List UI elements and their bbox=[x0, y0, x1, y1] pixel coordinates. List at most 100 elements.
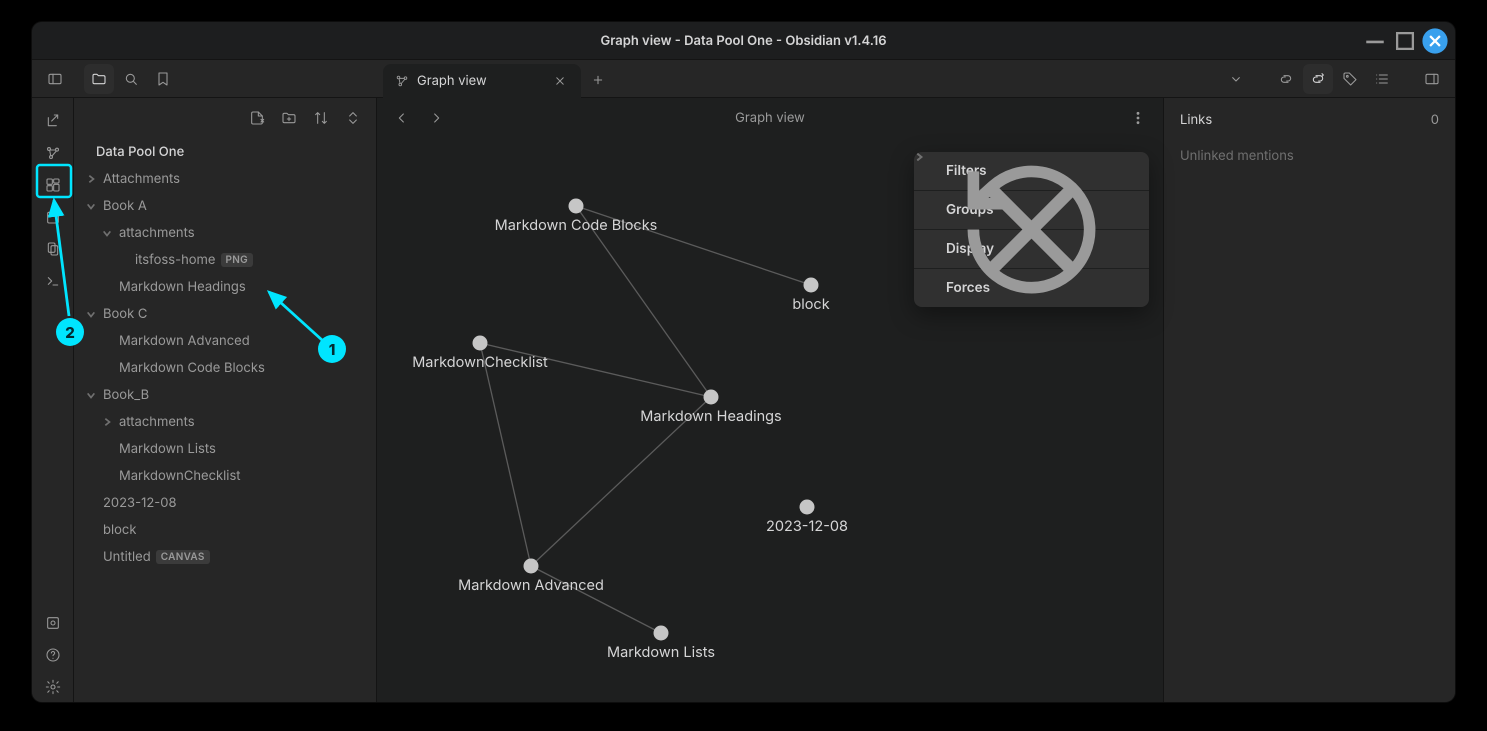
row-label: Book A bbox=[103, 198, 147, 214]
tab-dropdown-button[interactable] bbox=[1221, 64, 1251, 94]
view-actions bbox=[1221, 60, 1455, 97]
outgoing-links-tab[interactable] bbox=[1303, 64, 1333, 94]
chevron-icon bbox=[100, 417, 114, 427]
nav-back-button[interactable] bbox=[387, 103, 417, 133]
new-tab-button[interactable] bbox=[581, 63, 615, 97]
collapse-left-sidebar-button[interactable] bbox=[40, 64, 70, 94]
files-tab[interactable] bbox=[84, 64, 114, 94]
left-sidebar-tabs bbox=[32, 60, 377, 97]
row-label: Book_B bbox=[103, 387, 149, 403]
bookmarks-tab[interactable] bbox=[148, 64, 178, 94]
folder-row[interactable]: Book_B bbox=[74, 381, 370, 408]
chevron-icon bbox=[84, 390, 98, 400]
collapse-all-button[interactable] bbox=[340, 105, 366, 131]
settings-button[interactable] bbox=[38, 672, 68, 702]
file-tree[interactable]: Data Pool One Attachments Book A attachmen… bbox=[74, 138, 376, 702]
templates-button[interactable] bbox=[38, 234, 68, 264]
command-palette-button[interactable] bbox=[38, 266, 68, 296]
top-toolbar: Graph view bbox=[32, 60, 1455, 98]
help-button[interactable] bbox=[38, 640, 68, 670]
row-label: Markdown Lists bbox=[119, 441, 216, 457]
row-label: Book C bbox=[103, 306, 147, 322]
close-tab-icon[interactable] bbox=[553, 74, 567, 88]
folder-row[interactable]: Book A bbox=[74, 192, 370, 219]
graph-node[interactable]: 2023-12-08 bbox=[766, 500, 848, 536]
vault-title[interactable]: Data Pool One bbox=[74, 138, 370, 165]
chevron-icon bbox=[84, 201, 98, 211]
window-controls bbox=[1361, 22, 1449, 60]
right-sidebar: Links 0 Unlinked mentions bbox=[1163, 98, 1455, 702]
file-explorer: Data Pool One Attachments Book A attachmen… bbox=[74, 98, 377, 702]
row-label: Attachments bbox=[103, 171, 180, 187]
graph-node[interactable]: MarkdownChecklist bbox=[412, 336, 548, 372]
folder-row[interactable]: Attachments bbox=[74, 165, 370, 192]
graph-node[interactable]: Markdown Lists bbox=[607, 626, 715, 662]
graph-node-label: 2023-12-08 bbox=[766, 518, 848, 535]
window-title: Graph view - Data Pool One - Obsidian v1… bbox=[600, 33, 886, 49]
vault-button[interactable] bbox=[38, 608, 68, 638]
file-row[interactable]: 2023-12-08 bbox=[74, 489, 370, 516]
tab-graph-view[interactable]: Graph view bbox=[383, 64, 581, 98]
file-row[interactable]: Markdown Headings bbox=[74, 273, 370, 300]
graph-node[interactable]: Markdown Advanced bbox=[458, 559, 604, 595]
row-label: itsfoss-home bbox=[135, 252, 216, 268]
row-label: block bbox=[103, 522, 136, 538]
graph-view-button[interactable] bbox=[38, 138, 68, 168]
new-note-button[interactable] bbox=[244, 105, 270, 131]
graph-node-label: Markdown Lists bbox=[607, 644, 715, 661]
chevron-icon bbox=[84, 174, 98, 184]
graph-node[interactable]: Markdown Code Blocks bbox=[495, 199, 658, 235]
folder-row[interactable]: attachments bbox=[74, 219, 370, 246]
row-label: Markdown Advanced bbox=[119, 333, 250, 349]
panel-filters[interactable]: Filters bbox=[914, 152, 1149, 190]
daily-note-button[interactable] bbox=[38, 202, 68, 232]
sort-button[interactable] bbox=[308, 105, 334, 131]
new-folder-button[interactable] bbox=[276, 105, 302, 131]
maximize-button[interactable] bbox=[1391, 27, 1419, 55]
collapse-right-sidebar-button[interactable] bbox=[1417, 64, 1447, 94]
row-label: MarkdownChecklist bbox=[119, 468, 241, 484]
file-row[interactable]: Untitled CANVAS bbox=[74, 543, 370, 570]
row-label: attachments bbox=[119, 225, 195, 241]
file-row[interactable]: MarkdownChecklist bbox=[74, 462, 370, 489]
file-row[interactable]: Markdown Lists bbox=[74, 435, 370, 462]
app-body: Data Pool One Attachments Book A attachmen… bbox=[32, 98, 1455, 702]
ribbon bbox=[32, 98, 74, 702]
annotation-callout-1: 1 bbox=[318, 335, 346, 363]
graph-node-label: Markdown Advanced bbox=[458, 577, 604, 594]
row-label: Untitled bbox=[103, 549, 151, 565]
view-header: Graph view bbox=[377, 98, 1163, 138]
graph-node-label: Markdown Code Blocks bbox=[495, 217, 658, 234]
graph-node-label: MarkdownChecklist bbox=[412, 354, 548, 371]
graph-icon bbox=[395, 74, 409, 88]
file-badge: CANVAS bbox=[156, 550, 210, 564]
minimize-button[interactable] bbox=[1361, 27, 1389, 55]
search-tab[interactable] bbox=[116, 64, 146, 94]
graph-node[interactable]: Markdown Headings bbox=[640, 390, 781, 426]
graph-node-label: Markdown Headings bbox=[640, 408, 781, 425]
unlinked-mentions-section[interactable]: Unlinked mentions bbox=[1164, 142, 1455, 170]
links-header[interactable]: Links 0 bbox=[1164, 98, 1455, 142]
app-frame: Graph view - Data Pool One - Obsidian v1… bbox=[32, 22, 1455, 702]
close-button[interactable] bbox=[1421, 27, 1449, 55]
outline-tab[interactable] bbox=[1367, 64, 1397, 94]
file-row[interactable]: itsfoss-home PNG bbox=[74, 246, 370, 273]
file-badge: PNG bbox=[221, 253, 253, 267]
graph-canvas[interactable]: Markdown Code Blocks block MarkdownCheckli… bbox=[377, 138, 1163, 702]
folder-row[interactable]: Book C bbox=[74, 300, 370, 327]
quick-switcher-button[interactable] bbox=[38, 106, 68, 136]
tab-bar: Graph view bbox=[377, 60, 1221, 97]
view-title: Graph view bbox=[735, 110, 805, 126]
graph-node[interactable]: block bbox=[792, 278, 829, 314]
tags-tab[interactable] bbox=[1335, 64, 1365, 94]
more-options-button[interactable] bbox=[1123, 103, 1153, 133]
folder-row[interactable]: attachments bbox=[74, 408, 370, 435]
graph-node-label: block bbox=[792, 296, 829, 313]
row-label: attachments bbox=[119, 414, 195, 430]
chevron-icon bbox=[100, 228, 114, 238]
nav-forward-button[interactable] bbox=[421, 103, 451, 133]
canvas-button[interactable] bbox=[38, 170, 68, 200]
tab-label: Graph view bbox=[417, 73, 487, 89]
file-row[interactable]: block bbox=[74, 516, 370, 543]
backlinks-tab[interactable] bbox=[1271, 64, 1301, 94]
